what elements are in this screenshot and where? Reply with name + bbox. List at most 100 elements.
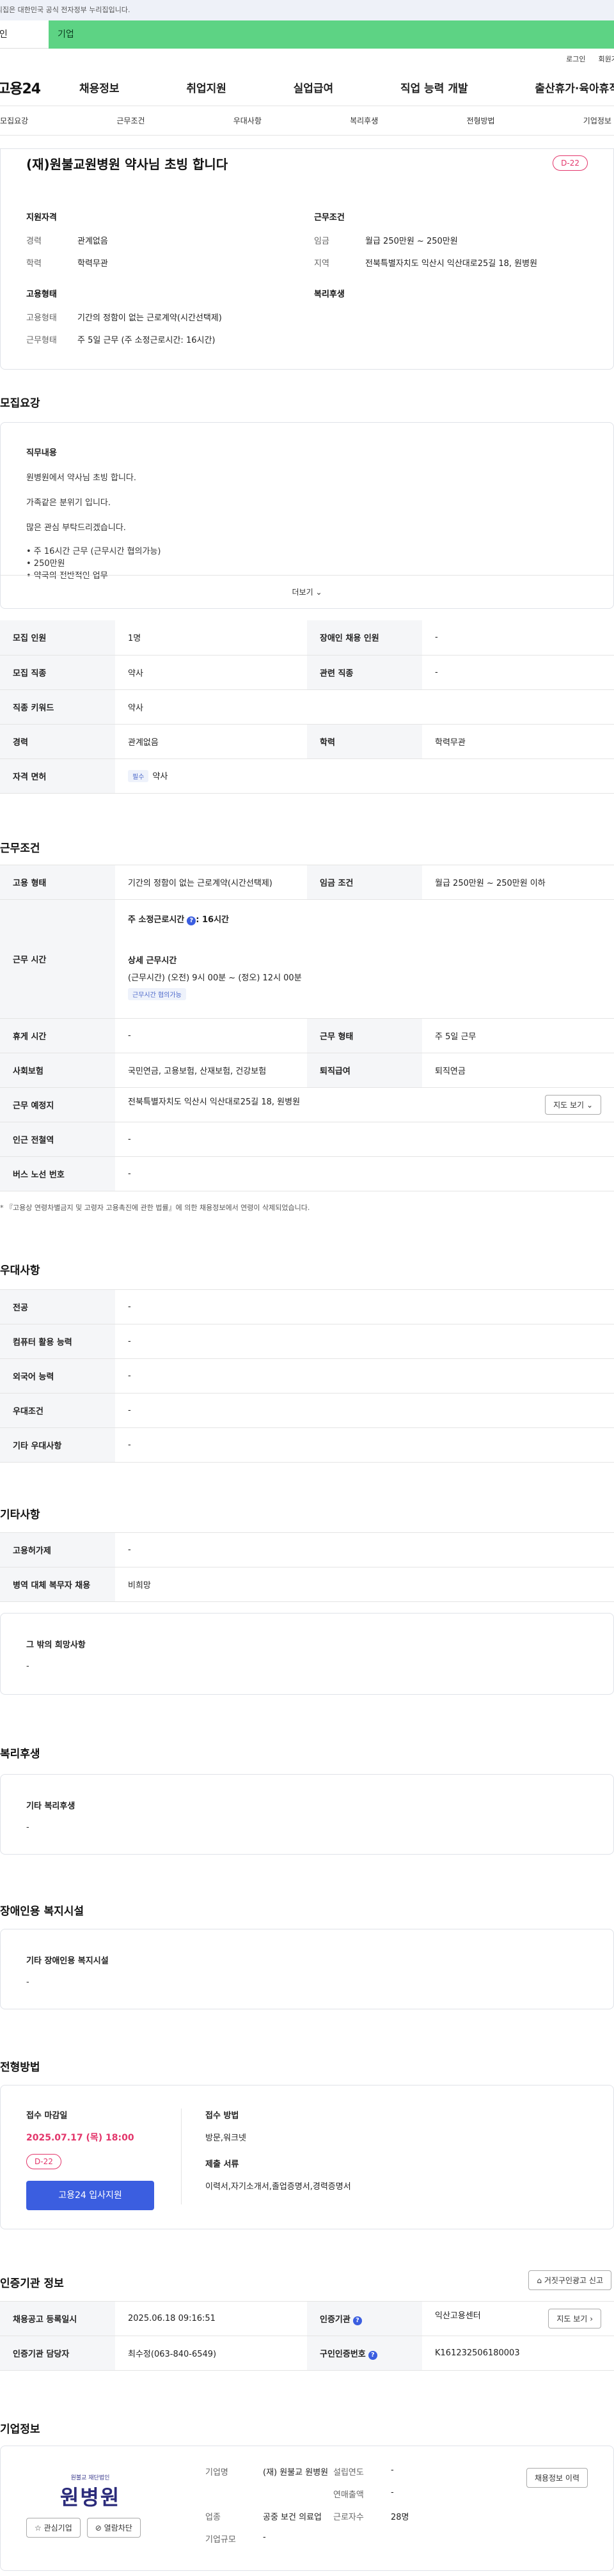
cell-key: 관련 직종 — [307, 655, 422, 690]
company-row: 업종 공중 보건 의료업 근로자수 28명 — [205, 2510, 474, 2522]
more-button[interactable]: 더보기 ⌄ — [1, 575, 613, 608]
map-button[interactable]: 지도 보기 › — [548, 2309, 601, 2329]
gnb-item[interactable]: 채용정보 — [79, 79, 120, 95]
question-icon[interactable]: ? — [368, 2350, 377, 2360]
table-row: 모집 인원 1명 장애인 채용 인원 - — [0, 620, 614, 656]
deadline-block: 접수 마감일 2025.07.17 (목) 18:00 D-22 고용24 입사… — [26, 2109, 167, 2210]
question-icon[interactable]: ? — [352, 2316, 362, 2325]
negotiable-chip: 근무시간 협의가능 — [128, 988, 186, 1000]
kv-value: 관계없음 — [77, 237, 108, 246]
license-value: 약사 — [152, 772, 168, 781]
kv-key: 학력 — [26, 259, 42, 269]
question-icon[interactable]: ? — [187, 916, 196, 925]
deadline-date: 2025.07.17 (목) 18:00 — [26, 2133, 134, 2143]
section-title-disabled: 장애인용 복지시설 — [0, 1905, 84, 1918]
map-button[interactable]: 지도 보기 ⌄ — [545, 1095, 601, 1115]
star-icon: ☆ — [35, 2524, 42, 2533]
logo-subtitle: 원불교 재단법인 — [70, 2475, 110, 2481]
favorite-button[interactable]: ☆ 관심기업 — [26, 2518, 81, 2538]
cell-key: 임금 조건 — [307, 865, 422, 900]
cell-value: - — [115, 1532, 614, 1567]
kv-key: 근무형태 — [26, 336, 57, 345]
kv-key: 임금 — [314, 237, 329, 246]
cell-key: 우대조건 — [0, 1393, 115, 1428]
block-button[interactable]: ⊘ 열람차단 — [86, 2518, 141, 2538]
cell-value: 1명 — [115, 620, 307, 656]
logo-main: 원병원 — [59, 2485, 121, 2509]
site-logo[interactable]: 고용24 — [0, 77, 68, 98]
favorite-label: 관심기업 — [43, 2524, 72, 2533]
gnb-item[interactable]: 취업지원 — [186, 79, 226, 95]
cg-key: 기업명 — [205, 2468, 228, 2478]
gnb-item[interactable]: 직업 능력 개발 — [400, 79, 468, 95]
duty-line: 많은 관심 부탁드리겠습니다. — [26, 523, 126, 533]
tab-personal[interactable]: 개인 — [0, 20, 49, 49]
kv-value: 전북특별자치도 익산시 익산대로25길 18, 원병원 — [365, 259, 538, 269]
section-title-work: 근무조건 — [0, 842, 40, 855]
gnb-item[interactable]: 실업급여 — [294, 79, 334, 95]
cell-key: 학력 — [307, 724, 422, 759]
block-label: 열람차단 — [104, 2524, 132, 2533]
cell-value: 퇴직연금 — [422, 1053, 614, 1088]
subnav-item[interactable]: 기업정보 — [583, 115, 611, 126]
method-value: 방문,워크넷 — [205, 2133, 246, 2143]
table-row: 고용허가제 - — [0, 1532, 614, 1567]
apply-button[interactable]: 고용24 입사지원 — [26, 2181, 154, 2210]
subnav-item[interactable]: 모집요강 — [0, 115, 28, 126]
condition-heading: 근무조건 — [314, 213, 345, 223]
table-row: 경력 관계없음 학력 학력무관 — [0, 724, 614, 759]
hours-weekly-label: 주 소정근로시간 — [128, 915, 185, 925]
cell-value: 주 5일 근무 — [422, 1018, 614, 1053]
work-table: 고용 형태 기간의 정함이 없는 근로계약(시간선택제) 임금 조건 월급 25… — [0, 865, 614, 1191]
hours-detail-label: 상세 근무시간 — [128, 956, 177, 966]
cell-value: 최수정(063-840-6549) — [115, 2336, 307, 2371]
cell-key: 인근 전철역 — [0, 1122, 115, 1157]
table-row: 외국어 능력 - — [0, 1358, 614, 1394]
table-row: 인증기관 담당자 최수정(063-840-6549) 구인인증번호? K1612… — [0, 2336, 614, 2371]
company-box: 원불교 재단법인 원병원 ☆ 관심기업 ⊘ 열람차단 기업명 (재) 원불교 원… — [0, 2446, 614, 2571]
table-row: 자격 면허 필수 약사 — [0, 758, 614, 794]
table-row: 휴게 시간 - 근무 형태 주 5일 근무 — [0, 1018, 614, 1053]
subnav-item[interactable]: 근무조건 — [116, 115, 145, 126]
cert-table: 채용공고 등록일시 2025.06.18 09:16:51 인증기관? 익산고용… — [0, 2301, 614, 2371]
divider — [181, 2109, 182, 2204]
qualification-heading: 지원자격 — [26, 213, 57, 223]
cell-value: - — [115, 1324, 614, 1359]
tab-company[interactable]: 기업 — [49, 20, 614, 49]
map-button-label: 지도 보기 — [553, 1101, 585, 1110]
cell-value: 필수 약사 — [115, 758, 614, 794]
chevron-right-icon: › — [590, 2314, 593, 2323]
hours-weekly: 주 소정근로시간?: 16시간 — [128, 913, 601, 925]
gnb-menu: 채용정보 취업지원 실업급여 직업 능력 개발 출산휴가·육아휴직 — [68, 79, 614, 95]
cg-key: 근로자수 — [333, 2513, 364, 2522]
place-value: 전북특별자치도 익산시 익산대로25길 18, 원병원 — [128, 1097, 301, 1107]
cell-key: 휴게 시간 — [0, 1018, 115, 1053]
cell-value: 국민연금, 고용보험, 산재보험, 건강보험 — [115, 1053, 307, 1088]
report-button[interactable]: ⌂ 거짓구인광고 신고 — [528, 2270, 611, 2290]
kv-key: 지역 — [314, 259, 329, 269]
section-title-selection: 전형방법 — [0, 2061, 40, 2074]
condition-block: 근무조건 임금 월급 250만원 ~ 250만원 지역 전북특별자치도 익산시 익산… — [314, 210, 583, 279]
page: 이 누리집은 대한민국 공식 전자정부 누리집입니다. 개인 기업 로그인 회원… — [0, 0, 614, 2576]
cell-value: - — [115, 1427, 614, 1463]
history-button[interactable]: 채용정보 이력 — [526, 2468, 588, 2488]
signup-link[interactable]: 회원가입 — [599, 54, 614, 64]
cg-value: 공중 보건 의료업 — [263, 2513, 322, 2522]
gnb-item[interactable]: 출산휴가·육아휴직 — [535, 79, 614, 95]
other-wish-box: 그 밖의 희망사항 - — [0, 1613, 614, 1695]
cg-key: 연매출액 — [333, 2490, 364, 2500]
company-logo: 원불교 재단법인 원병원 — [26, 2473, 154, 2511]
subnav-item[interactable]: 우대사항 — [233, 115, 262, 126]
cell-key: 근무 예정지 — [0, 1087, 115, 1122]
table-row: 고용 형태 기간의 정함이 없는 근로계약(시간선택제) 임금 조건 월급 25… — [0, 865, 614, 900]
duty-line: 원병원에서 약사님 초빙 합니다. — [26, 473, 137, 483]
login-link[interactable]: 로그인 — [566, 54, 585, 64]
subnav-item[interactable]: 복리후생 — [350, 115, 378, 126]
etc-table: 고용허가제 - 병역 대체 복무자 채용 비희망 — [0, 1532, 614, 1602]
subnav-item[interactable]: 전형방법 — [466, 115, 494, 126]
cell-key: 근무 시간 — [0, 899, 115, 1019]
cell-key: 채용공고 등록일시 — [0, 2301, 115, 2336]
cg-value: (재) 원불교 원병원 — [263, 2468, 329, 2478]
cell-key: 병역 대체 복무자 채용 — [0, 1567, 115, 1602]
